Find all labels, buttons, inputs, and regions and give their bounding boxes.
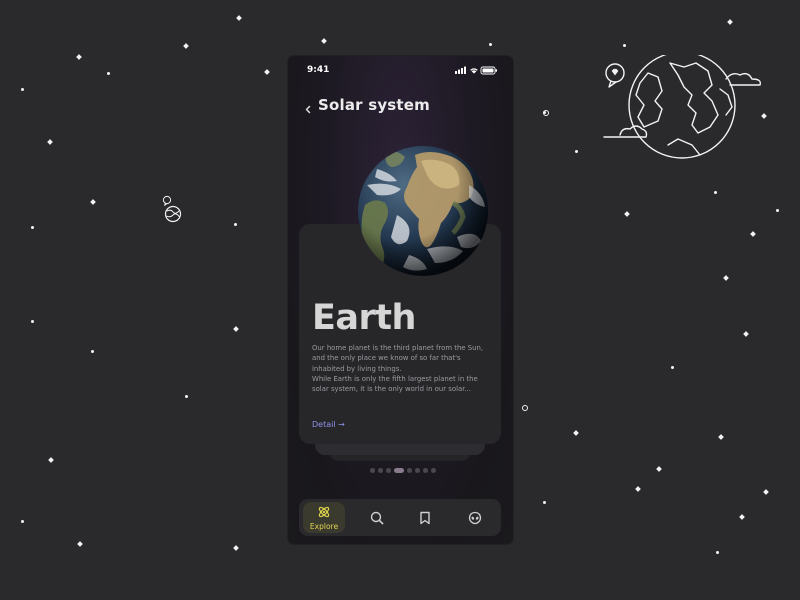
planet-description-line: While Earth is only the fifth largest pl… <box>312 374 478 394</box>
star-icon <box>47 139 53 145</box>
tab-profile[interactable] <box>461 499 489 536</box>
star-icon <box>489 43 492 46</box>
star-icon <box>739 514 745 520</box>
bookmark-icon <box>420 511 430 525</box>
star-icon <box>90 199 96 205</box>
alien-icon <box>468 511 482 525</box>
tab-bookmarks[interactable] <box>411 499 439 536</box>
detail-link[interactable]: Detail → <box>312 420 345 429</box>
status-icons <box>455 66 497 75</box>
star-icon <box>233 545 239 551</box>
status-bar: 9:41 <box>288 56 513 84</box>
page-indicator <box>370 467 436 473</box>
star-icon <box>233 326 239 332</box>
header: Solar system <box>288 94 513 124</box>
planet-name: Earth <box>312 298 416 338</box>
status-time: 9:41 <box>307 65 330 75</box>
star-icon <box>185 395 188 398</box>
pager-dot-active[interactable] <box>394 467 404 473</box>
star-icon <box>763 489 769 495</box>
atom-icon <box>318 506 330 518</box>
pager-dot[interactable] <box>407 467 412 473</box>
tab-search[interactable] <box>363 499 391 536</box>
star-icon <box>750 231 756 237</box>
pager-dot[interactable] <box>423 467 428 473</box>
star-icon <box>656 466 662 472</box>
wifi-icon <box>471 70 477 74</box>
back-button[interactable] <box>300 98 318 118</box>
star-icon <box>714 191 717 194</box>
pager-dot[interactable] <box>386 467 391 473</box>
pager-dot[interactable] <box>378 467 383 473</box>
star-icon <box>321 38 327 44</box>
star-icon <box>21 520 24 523</box>
planet-description-line: Our home planet is the third planet from… <box>312 344 484 373</box>
small-planet-icon <box>162 195 182 223</box>
star-icon <box>77 541 83 547</box>
star-icon <box>624 211 630 217</box>
chevron-left-icon <box>305 105 311 114</box>
star-icon <box>234 223 237 226</box>
wireframe-earth-icon <box>603 55 762 159</box>
star-icon <box>91 350 94 353</box>
star-icon <box>264 69 270 75</box>
planet-description: Our home planet is the third planet from… <box>312 343 492 394</box>
signal-icon <box>455 71 457 74</box>
star-icon <box>236 15 242 21</box>
earth-image <box>358 146 488 276</box>
star-icon <box>727 19 733 25</box>
star-icon <box>623 44 626 47</box>
star-icon <box>107 72 110 75</box>
star-icon <box>543 501 546 504</box>
star-icon <box>718 434 724 440</box>
star-icon <box>635 486 641 492</box>
pager-dot[interactable] <box>431 467 436 473</box>
star-icon <box>48 457 54 463</box>
star-ring-icon <box>543 110 549 116</box>
star-icon <box>743 331 749 337</box>
star-icon <box>183 43 189 49</box>
phone-screen: 9:41 Solar system Earth Our home planet … <box>288 56 513 544</box>
star-icon <box>776 209 779 212</box>
star-ring-icon <box>522 405 528 411</box>
star-icon <box>31 320 34 323</box>
star-icon <box>31 226 34 229</box>
star-icon <box>21 88 24 91</box>
tab-explore-label: Explore <box>309 522 339 531</box>
star-icon <box>575 150 578 153</box>
star-icon <box>671 366 674 369</box>
star-icon <box>723 275 729 281</box>
pager-dot[interactable] <box>370 467 375 473</box>
page-title: Solar system <box>318 96 430 114</box>
star-icon <box>76 54 82 60</box>
star-icon <box>716 551 719 554</box>
pager-dot[interactable] <box>415 467 420 473</box>
search-icon <box>370 511 384 525</box>
star-icon <box>573 430 579 436</box>
tab-bar: Explore <box>299 499 501 536</box>
tab-explore[interactable]: Explore <box>303 502 345 533</box>
